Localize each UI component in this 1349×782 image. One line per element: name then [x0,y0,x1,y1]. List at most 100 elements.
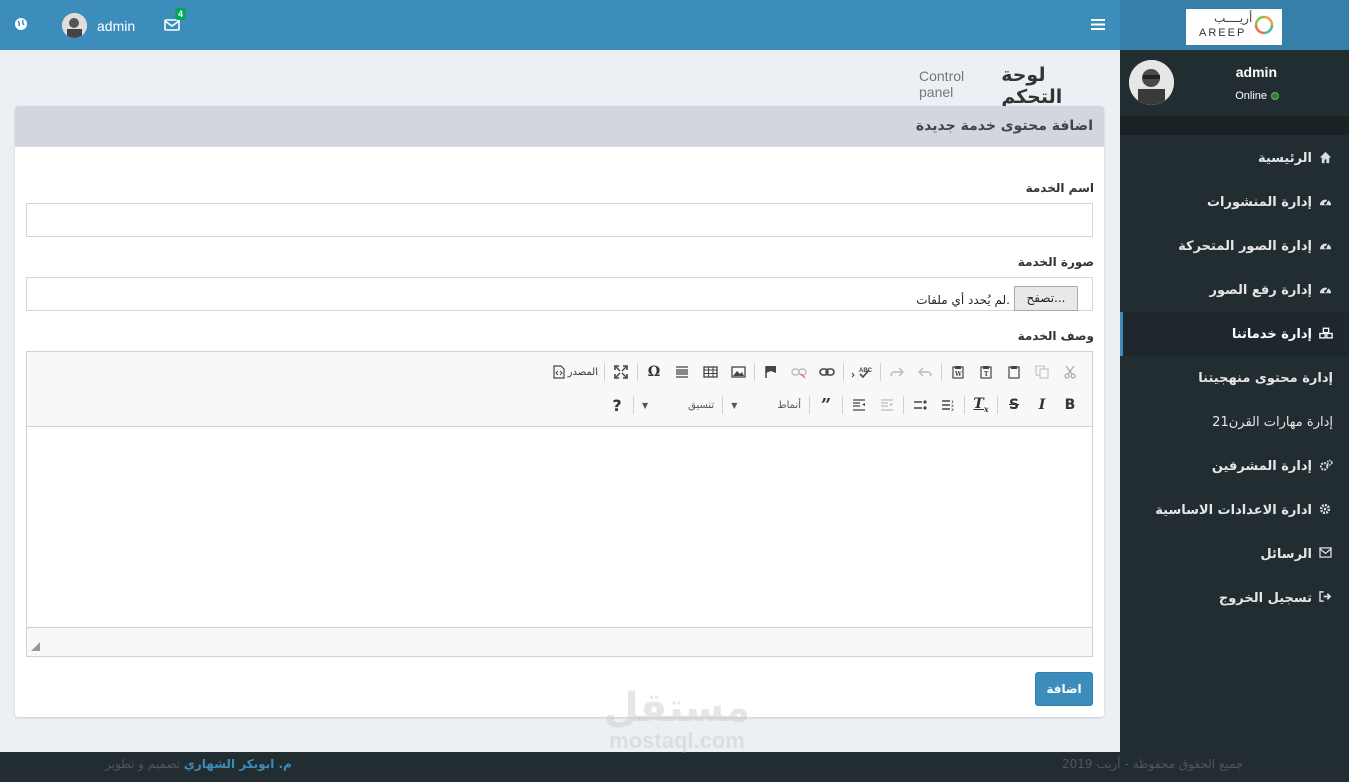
dashboard-icon [1319,195,1333,209]
service-image-label: صورة الخدمة [1017,255,1094,269]
page-title: لوحة التحكم [1001,64,1063,108]
watermark-arabic: مستقل [603,685,751,731]
styles-dropdown[interactable]: ▼ أنماط [725,394,807,416]
sidebar-item-label: إدارة مهارات القرن21 [1212,414,1333,430]
cut-icon[interactable] [1056,361,1084,383]
cubes-icon [1319,327,1333,341]
globe-icon[interactable] [14,17,28,31]
svg-text:3: 3 [951,407,954,411]
logo[interactable]: أريــــب AREEP [1186,9,1282,45]
unlink-icon[interactable] [785,361,813,383]
sidebar-item-messages[interactable]: الرسائل [1120,532,1349,576]
sidebar-item-services[interactable]: إدارة خدماتنا [1120,312,1349,356]
strike-button[interactable]: S [1000,394,1028,416]
format-dropdown[interactable]: ▼ تنسيق [636,394,720,416]
editor-toolbar: T W ABC Ω المصدر B I S Tx 1 2 3 ” ▼ أنما… [27,352,1092,427]
sidebar-item-uploads[interactable]: إدارة رفع الصور [1120,268,1349,312]
gears-icon [1319,459,1333,473]
editor-footer [27,627,1092,656]
image-icon[interactable] [724,361,752,383]
sign-out-icon [1319,591,1333,605]
designer-name-link[interactable]: م. ابوبكر الشهاري [184,757,292,771]
maximize-icon[interactable] [607,361,635,383]
indent-icon[interactable] [845,394,873,416]
dashboard-icon [1319,239,1333,253]
sidebar-item-label: تسجيل الخروج [1218,590,1312,606]
box-header: اضافة محتوى خدمة جديدة [15,106,1104,147]
chevron-down-icon: ▼ [731,400,738,410]
italic-button[interactable]: I [1028,394,1056,416]
sidebar-item-label: إدارة المشرفين [1211,458,1312,474]
spellcheck-icon[interactable]: ABC [846,361,878,383]
table-icon[interactable] [696,361,724,383]
logo-english: AREEP [1199,27,1247,39]
special-char-icon[interactable]: Ω [640,361,668,383]
paste-text-icon[interactable]: T [972,361,1000,383]
blockquote-icon[interactable]: ” [812,394,840,416]
toolbar-separator [903,396,904,414]
paste-word-icon[interactable]: W [944,361,972,383]
sidebar-item-skills[interactable]: إدارة مهارات القرن21 [1120,400,1349,444]
sidebar-item-label: إدارة محتوى منهجيتنا [1198,370,1333,386]
bulleted-list-icon[interactable] [906,394,934,416]
top-navbar: admin 4 [0,0,1120,50]
remove-format-icon[interactable]: Tx [967,394,995,416]
header-username: admin [97,17,136,34]
source-label: المصدر [567,366,598,378]
undo-icon[interactable] [911,361,939,383]
envelope-icon[interactable] [164,18,180,32]
sidebar-item-label: الرئيسية [1257,150,1312,166]
service-name-input[interactable] [26,203,1093,237]
toolbar-separator [964,396,965,414]
source-button[interactable]: المصدر [549,365,602,379]
horizontal-rule-icon[interactable] [668,361,696,383]
sidebar-item-supervisors[interactable]: إدارة المشرفين [1120,444,1349,488]
resize-handle-icon[interactable] [31,642,40,651]
sidebar-item-home[interactable]: الرئيسية [1120,136,1349,180]
sidebar-item-posts[interactable]: إدارة المنشورات [1120,180,1349,224]
sidebar-item-methodology[interactable]: إدارة محتوى منهجيتنا [1120,356,1349,400]
toolbar-separator [842,396,843,414]
mail-count-badge: 4 [175,8,187,20]
link-icon[interactable] [813,361,841,383]
paste-icon[interactable] [1000,361,1028,383]
bold-button[interactable]: B [1056,394,1084,416]
user-avatar [1129,60,1174,105]
sidebar-item-label: ادارة الاعدادات الاساسية [1155,502,1312,518]
sidebar-item-logout[interactable]: تسجيل الخروج [1120,576,1349,620]
toolbar-separator [997,396,998,414]
toolbar-separator [843,363,844,381]
sidebar-item-label: إدارة رفع الصور [1209,282,1312,298]
outdent-icon[interactable] [873,394,901,416]
envelope-icon [1319,547,1333,561]
page-header: Control panel لوحة التحكم [919,64,1105,108]
logo-area: أريــــب AREEP [1120,0,1349,50]
page-subtitle: Control panel [919,68,965,100]
help-icon[interactable]: ? [603,394,631,416]
sidebar-item-sliders[interactable]: إدارة الصور المتحركة [1120,224,1349,268]
logo-arabic: أريــــب [1214,11,1253,25]
menu-toggle-icon[interactable] [1091,18,1105,31]
toolbar-separator [637,363,638,381]
anchor-flag-icon[interactable] [757,361,785,383]
editor-content-area[interactable] [27,427,1092,627]
service-image-file-input[interactable]: تصفح... لم يُحدد أي ملفات. [26,277,1093,311]
toolbar-separator [754,363,755,381]
toolbar-separator [941,363,942,381]
footer-copyright: جميع الحقوق محفوظة - أريب 2019 [1062,757,1244,771]
sidebar-item-label: الرسائل [1260,546,1312,562]
svg-text:T: T [984,371,989,378]
user-panel-name: admin [1235,64,1277,80]
redo-icon[interactable] [883,361,911,383]
service-name-label: اسم الخدمة [1025,181,1094,195]
online-dot-icon [1271,92,1279,100]
user-panel: admin Online [1120,50,1349,116]
user-menu[interactable]: admin [62,13,135,38]
sidebar-item-settings[interactable]: ادارة الاعدادات الاساسية [1120,488,1349,532]
numbered-list-icon[interactable]: 123 [934,394,962,416]
copy-icon[interactable] [1028,361,1056,383]
submit-button[interactable]: اضافة [1035,672,1093,706]
browse-button[interactable]: تصفح... [1014,286,1078,311]
sidebar-item-label: إدارة المنشورات [1206,194,1312,210]
svg-text:W: W [954,371,962,378]
